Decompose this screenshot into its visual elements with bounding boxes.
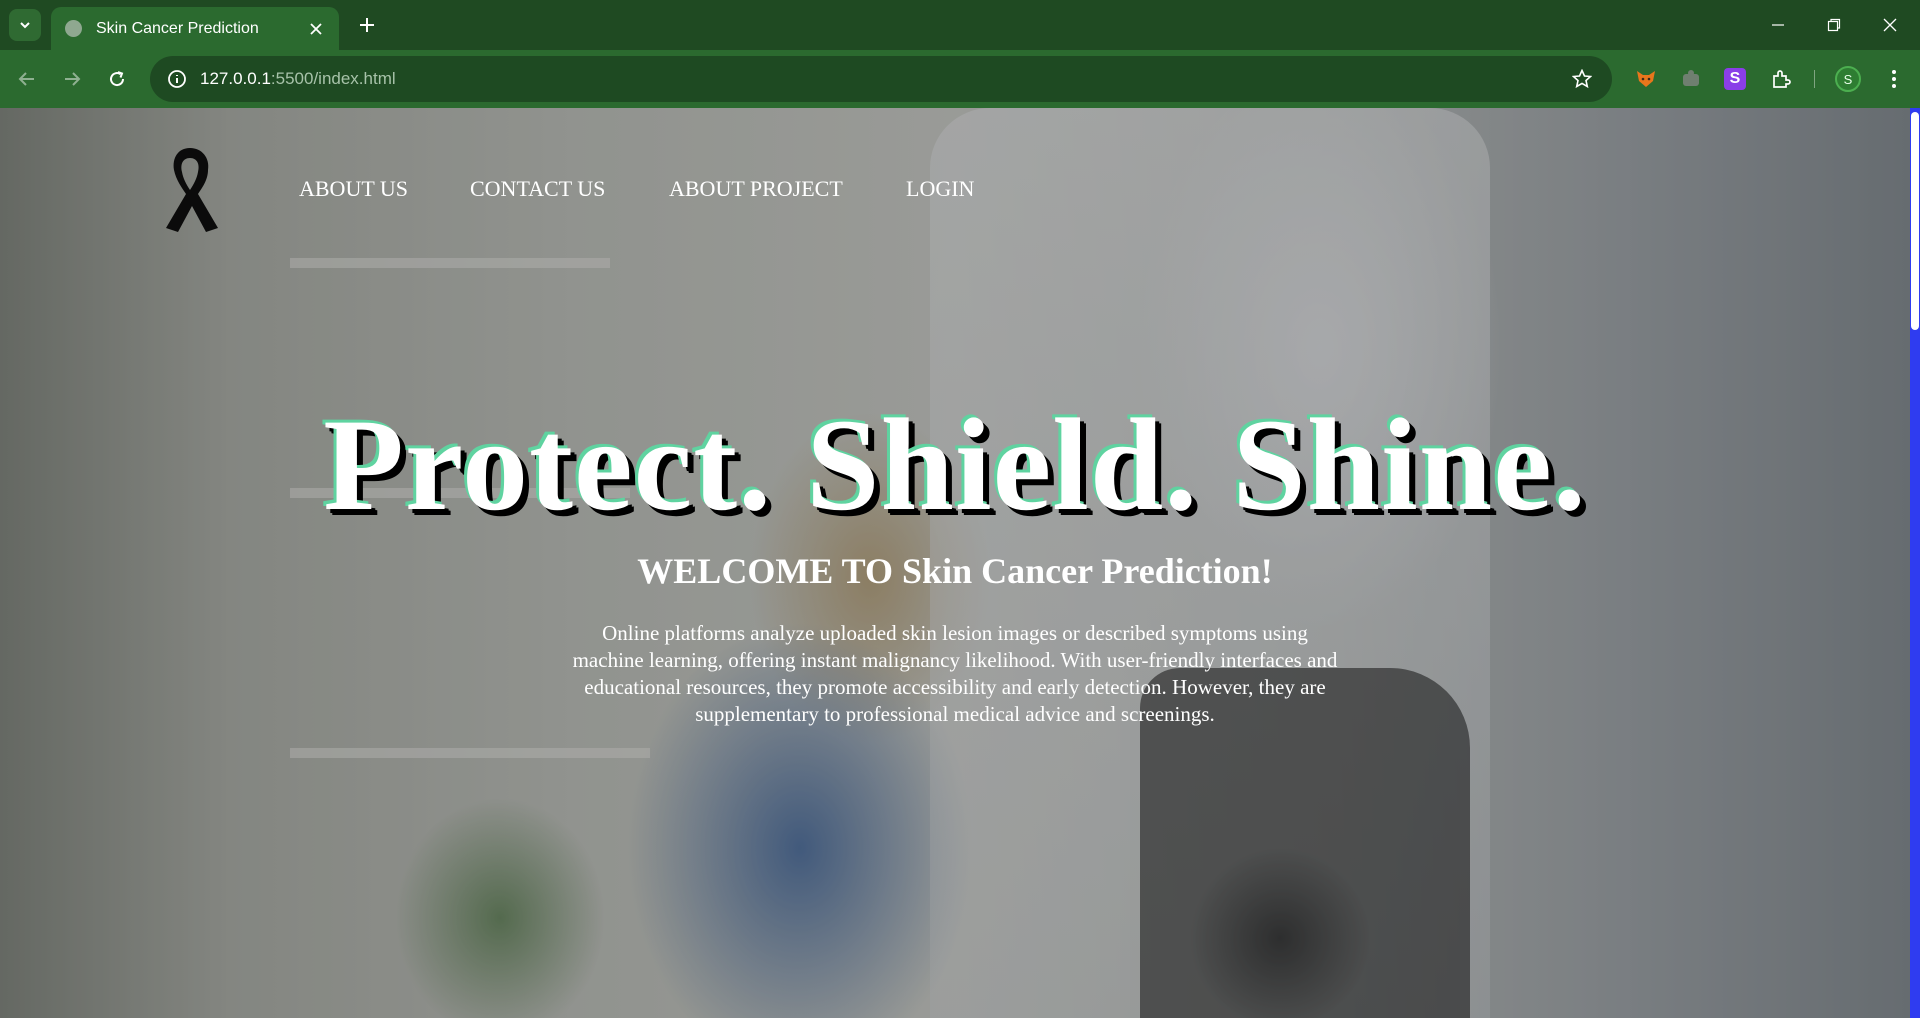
tab-strip: Skin Cancer Prediction [0, 0, 1920, 50]
globe-icon [65, 20, 82, 37]
minimize-icon [1772, 24, 1784, 26]
close-window-button[interactable] [1862, 0, 1918, 50]
close-icon [1883, 18, 1897, 32]
close-tab-button[interactable] [305, 18, 327, 40]
nav-about-us[interactable]: ABOUT US [299, 176, 408, 202]
scrollbar-thumb[interactable] [1911, 112, 1919, 330]
s-extension-icon[interactable]: S [1724, 68, 1746, 90]
close-icon [310, 22, 322, 35]
url-text[interactable]: 127.0.0.1:5500/index.html [200, 69, 396, 89]
kebab-menu-icon [1892, 70, 1896, 88]
new-tab-button[interactable] [352, 10, 382, 40]
more-menu-button[interactable] [1880, 65, 1908, 93]
restore-button[interactable] [1806, 0, 1862, 50]
tab-search-button[interactable] [9, 9, 41, 41]
intro-paragraph: Online platforms analyze uploaded skin l… [572, 621, 1338, 726]
hero-section: ABOUT US CONTACT US ABOUT PROJECT LOGIN … [0, 108, 1910, 1018]
minimize-button[interactable] [1750, 0, 1806, 50]
profile-avatar[interactable]: S [1835, 66, 1861, 92]
profile-initial: S [1843, 71, 1853, 87]
page-viewport: ABOUT US CONTACT US ABOUT PROJECT LOGIN … [0, 108, 1910, 1018]
s-extension-label: S [1729, 70, 1741, 87]
site-info-icon[interactable] [154, 56, 200, 102]
forward-arrow-icon [65, 72, 81, 86]
back-arrow-icon [18, 72, 34, 86]
url-path: :5500/index.html [270, 69, 396, 88]
tab-title: Skin Cancer Prediction [96, 19, 259, 37]
url-host: 127.0.0.1 [200, 69, 271, 88]
welcome-heading: WELCOME TO Skin Cancer Prediction! [637, 551, 1273, 591]
bookmark-star-icon[interactable] [1570, 67, 1594, 91]
nav-contact-us[interactable]: CONTACT US [470, 176, 605, 202]
reload-button[interactable] [100, 62, 134, 96]
address-bar[interactable]: 127.0.0.1:5500/index.html [150, 56, 1612, 102]
page-scrollbar[interactable] [1910, 108, 1920, 1018]
reload-icon [110, 71, 125, 87]
nav-about-project[interactable]: ABOUT PROJECT [669, 176, 843, 202]
puzzle-piece-extension-icon[interactable] [1677, 65, 1705, 93]
nav-login[interactable]: LOGIN [906, 176, 974, 202]
plus-icon [360, 18, 374, 32]
restore-icon [1827, 18, 1841, 32]
hero-title: Protect. Shield. Shine. [323, 391, 1587, 538]
awareness-ribbon-icon[interactable] [160, 144, 220, 234]
forward-button[interactable] [55, 62, 89, 96]
extensions-icon[interactable] [1767, 65, 1795, 93]
toolbar-divider [1814, 70, 1815, 88]
fox-extension-icon[interactable] [1632, 65, 1660, 93]
browser-toolbar: 127.0.0.1:5500/index.html S S [0, 50, 1920, 108]
browser-tab[interactable]: Skin Cancer Prediction [51, 7, 339, 50]
chevron-down-icon [20, 22, 30, 29]
back-button[interactable] [10, 62, 44, 96]
